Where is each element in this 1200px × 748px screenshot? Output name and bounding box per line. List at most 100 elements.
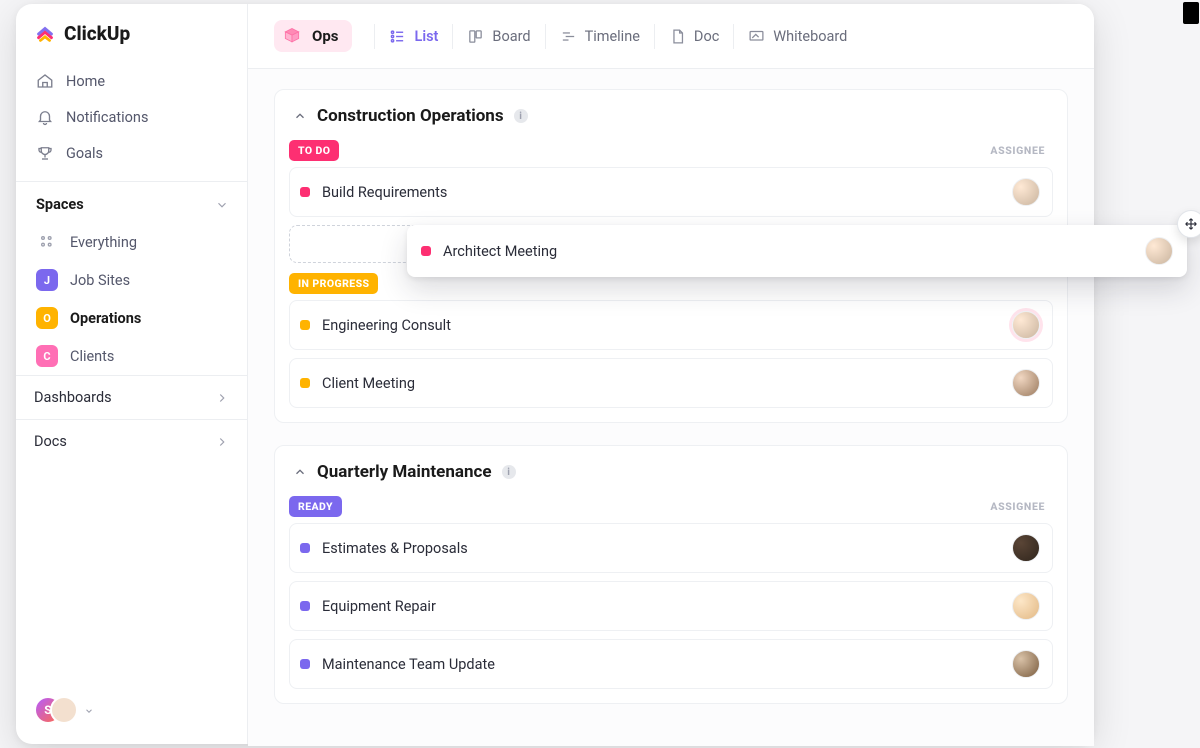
user-avatar — [50, 696, 78, 724]
timeline-icon — [560, 28, 577, 45]
move-cursor-icon — [1177, 210, 1200, 238]
nav-home[interactable]: Home — [26, 63, 237, 99]
status-square-icon — [300, 601, 310, 611]
assignee-avatar[interactable] — [1012, 369, 1040, 397]
task-row[interactable]: Maintenance Team Update — [289, 639, 1053, 689]
task-row[interactable]: Equipment Repair — [289, 581, 1053, 631]
space-chip-label: Ops — [312, 27, 338, 45]
status-pill-inprogress[interactable]: IN PROGRESS — [289, 273, 378, 294]
status-pill-ready[interactable]: READY — [289, 496, 342, 517]
brand-name: ClickUp — [64, 22, 130, 45]
grid-icon — [36, 231, 58, 253]
space-operations-label: Operations — [70, 310, 141, 327]
status-square-icon — [421, 246, 431, 256]
nav-goals[interactable]: Goals — [26, 135, 237, 171]
task-name: Build Requirements — [322, 184, 447, 201]
spaces-header-label: Spaces — [36, 196, 84, 213]
task-row[interactable]: Build Requirements — [289, 167, 1053, 217]
nav-docs-label: Docs — [34, 433, 67, 450]
board-icon — [467, 28, 484, 45]
brand-logo[interactable]: ClickUp — [16, 18, 247, 63]
list-icon — [389, 28, 406, 45]
status-pill-todo[interactable]: TO DO — [289, 140, 339, 161]
status-row-ready: READY ASSIGNEE — [289, 494, 1053, 523]
spaces-header[interactable]: Spaces — [16, 181, 247, 223]
task-name: Engineering Consult — [322, 317, 451, 334]
sidebar-footer[interactable]: S — [16, 682, 247, 744]
home-icon — [36, 72, 54, 90]
clickup-logo-icon — [34, 23, 56, 45]
list-group-construction-operations: Construction Operations i TO DO ASSIGNEE… — [274, 89, 1068, 423]
space-badge-o: O — [36, 307, 58, 329]
nav-docs[interactable]: Docs — [16, 419, 247, 463]
chevron-right-icon — [215, 391, 229, 405]
status-square-icon — [300, 543, 310, 553]
nav-dashboards[interactable]: Dashboards — [16, 375, 247, 419]
nav-notifications-label: Notifications — [66, 109, 148, 126]
info-icon[interactable]: i — [502, 465, 516, 479]
view-tab-timeline-label: Timeline — [585, 28, 640, 45]
group-header[interactable]: Construction Operations i — [289, 104, 1053, 138]
trophy-icon — [36, 144, 54, 162]
nav-dashboards-label: Dashboards — [34, 389, 112, 406]
status-square-icon — [300, 378, 310, 388]
space-chip[interactable]: Ops — [274, 20, 352, 52]
space-job-sites[interactable]: J Job Sites — [16, 261, 247, 299]
view-tab-doc[interactable]: Doc — [654, 24, 733, 49]
nav-home-label: Home — [66, 73, 105, 90]
whiteboard-icon — [748, 28, 765, 45]
view-tab-list-label: List — [414, 28, 438, 45]
task-row[interactable]: Estimates & Proposals — [289, 523, 1053, 573]
view-tab-board[interactable]: Board — [452, 24, 544, 49]
view-tab-list[interactable]: List — [374, 24, 452, 49]
nav-goals-label: Goals — [66, 145, 103, 162]
status-square-icon — [300, 659, 310, 669]
task-row[interactable]: Engineering Consult — [289, 300, 1053, 350]
space-badge-c: C — [36, 345, 58, 367]
group-title: Construction Operations — [317, 106, 504, 126]
assignee-avatar[interactable] — [1012, 592, 1040, 620]
sidebar: ClickUp Home Notifications Goals Spaces — [16, 4, 248, 744]
view-tab-whiteboard[interactable]: Whiteboard — [733, 24, 861, 49]
list-group-quarterly-maintenance: Quarterly Maintenance i READY ASSIGNEE E… — [274, 445, 1068, 704]
nav-notifications[interactable]: Notifications — [26, 99, 237, 135]
space-everything[interactable]: Everything — [16, 223, 247, 261]
assignee-column-header: ASSIGNEE — [990, 144, 1045, 157]
chevron-up-icon — [293, 465, 307, 479]
view-tab-timeline[interactable]: Timeline — [545, 24, 654, 49]
space-operations[interactable]: O Operations — [16, 299, 247, 337]
status-square-icon — [300, 187, 310, 197]
space-everything-label: Everything — [70, 234, 137, 251]
assignee-avatar[interactable] — [1145, 237, 1173, 265]
space-job-sites-label: Job Sites — [70, 272, 130, 289]
space-badge-j: J — [36, 269, 58, 291]
user-avatar-stack[interactable]: S — [34, 696, 78, 726]
task-row[interactable]: Client Meeting — [289, 358, 1053, 408]
status-square-icon — [300, 320, 310, 330]
chevron-right-icon — [215, 435, 229, 449]
topbar: Ops List Board Timeline Doc Whiteboard — [248, 4, 1094, 69]
status-row-todo: TO DO ASSIGNEE — [289, 138, 1053, 167]
cube-icon — [282, 26, 302, 46]
group-header[interactable]: Quarterly Maintenance i — [289, 460, 1053, 494]
view-tab-doc-label: Doc — [694, 28, 719, 45]
assignee-avatar[interactable] — [1012, 534, 1040, 562]
view-tab-board-label: Board — [492, 28, 530, 45]
task-name: Architect Meeting — [443, 243, 557, 260]
info-icon[interactable]: i — [514, 109, 528, 123]
window-corner-decoration — [1183, 2, 1199, 24]
space-clients[interactable]: C Clients — [16, 337, 247, 375]
space-clients-label: Clients — [70, 348, 114, 365]
assignee-avatar[interactable] — [1012, 311, 1040, 339]
assignee-avatar[interactable] — [1012, 650, 1040, 678]
main: Ops List Board Timeline Doc Whiteboard — [248, 4, 1094, 744]
caret-down-icon — [84, 706, 94, 716]
dragging-task-card[interactable]: Architect Meeting — [407, 225, 1187, 277]
view-tab-whiteboard-label: Whiteboard — [773, 28, 847, 45]
chevron-down-icon — [215, 198, 229, 212]
assignee-column-header: ASSIGNEE — [990, 500, 1045, 513]
task-name: Client Meeting — [322, 375, 415, 392]
chevron-up-icon — [293, 109, 307, 123]
assignee-avatar[interactable] — [1012, 178, 1040, 206]
task-name: Equipment Repair — [322, 598, 436, 615]
